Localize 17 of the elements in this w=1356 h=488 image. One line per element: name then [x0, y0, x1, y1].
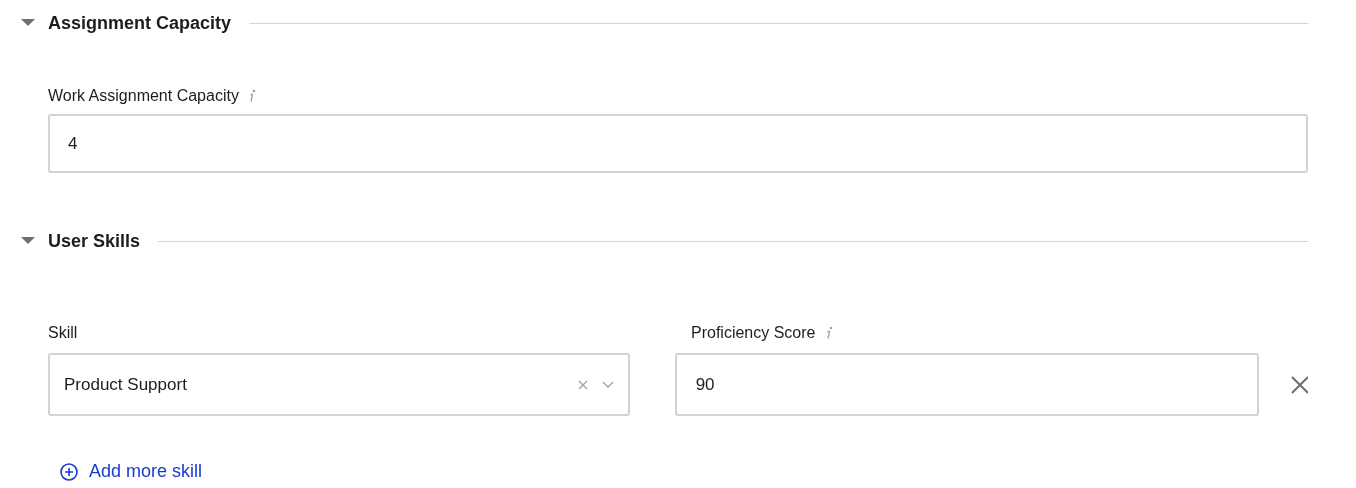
score-field[interactable]: 90 [674, 353, 1259, 416]
info-icon[interactable] [248, 89, 256, 103]
section-title: User Skills [48, 229, 141, 253]
clear-icon[interactable] [577, 379, 588, 390]
section-title: Assignment Capacity [48, 11, 232, 35]
field-label: Work Assignment Capacity [48, 86, 239, 106]
collapse-triangle-icon[interactable] [20, 236, 36, 246]
chevron-down-icon[interactable] [601, 381, 614, 388]
add-skill-link[interactable]: Add more skill [60, 458, 203, 485]
skill-dropdown[interactable]: Product Support [48, 353, 630, 416]
input-field[interactable]: 4 [48, 114, 1308, 173]
field-label: Skill [48, 323, 79, 343]
plus-circle-icon[interactable] [60, 462, 78, 481]
info-icon[interactable] [825, 326, 833, 340]
close-icon[interactable] [1290, 375, 1308, 394]
collapse-triangle-icon[interactable] [20, 18, 36, 28]
field-label: Proficiency Score [691, 323, 816, 343]
